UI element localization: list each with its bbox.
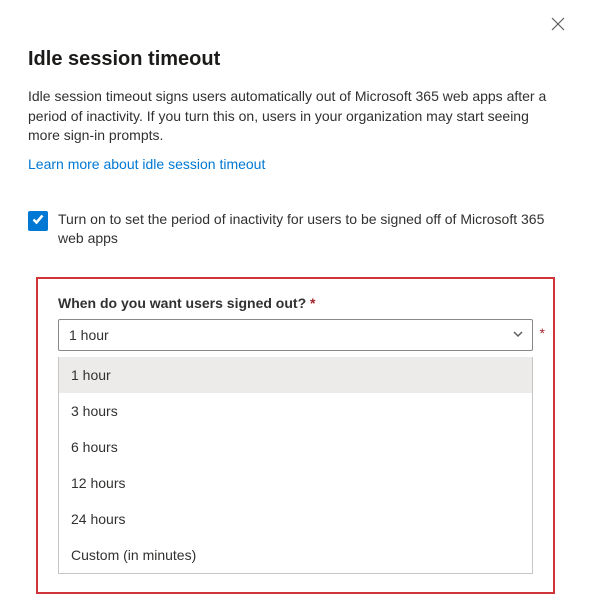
required-indicator: * xyxy=(310,295,315,311)
enable-checkbox-label[interactable]: Turn on to set the period of inactivity … xyxy=(58,210,563,249)
learn-more-link[interactable]: Learn more about idle session timeout xyxy=(28,156,265,172)
enable-checkbox[interactable] xyxy=(28,211,48,231)
dropdown-option-6-hours[interactable]: 6 hours xyxy=(59,429,532,465)
dropdown-option-custom[interactable]: Custom (in minutes) xyxy=(59,537,532,573)
enable-checkbox-row: Turn on to set the period of inactivity … xyxy=(28,210,563,249)
timeout-select[interactable]: 1 hour xyxy=(58,319,533,351)
timeout-select-value: 1 hour xyxy=(69,327,109,343)
timeout-selection-box: When do you want users signed out? * * 1… xyxy=(36,277,555,594)
description-text: Idle session timeout signs users automat… xyxy=(28,87,563,146)
page-title: Idle session timeout xyxy=(28,48,563,71)
chevron-down-icon xyxy=(512,327,524,343)
dropdown-option-12-hours[interactable]: 12 hours xyxy=(59,465,532,501)
timeout-dropdown-list: 1 hour 3 hours 6 hours 12 hours 24 hours… xyxy=(58,357,533,574)
dropdown-option-3-hours[interactable]: 3 hours xyxy=(59,393,532,429)
dropdown-option-1-hour[interactable]: 1 hour xyxy=(59,357,532,393)
timeout-field-label-text: When do you want users signed out? xyxy=(58,295,306,311)
idle-session-timeout-panel: Idle session timeout Idle session timeou… xyxy=(0,0,591,614)
close-button[interactable] xyxy=(547,14,569,36)
close-icon xyxy=(551,17,565,34)
timeout-select-wrap: * 1 hour 1 hour 3 hours 6 hours 12 hours… xyxy=(58,319,533,574)
timeout-field-label: When do you want users signed out? * xyxy=(58,295,533,311)
checkmark-icon xyxy=(31,212,45,229)
dropdown-option-24-hours[interactable]: 24 hours xyxy=(59,501,532,537)
required-indicator-outer: * xyxy=(540,325,545,341)
